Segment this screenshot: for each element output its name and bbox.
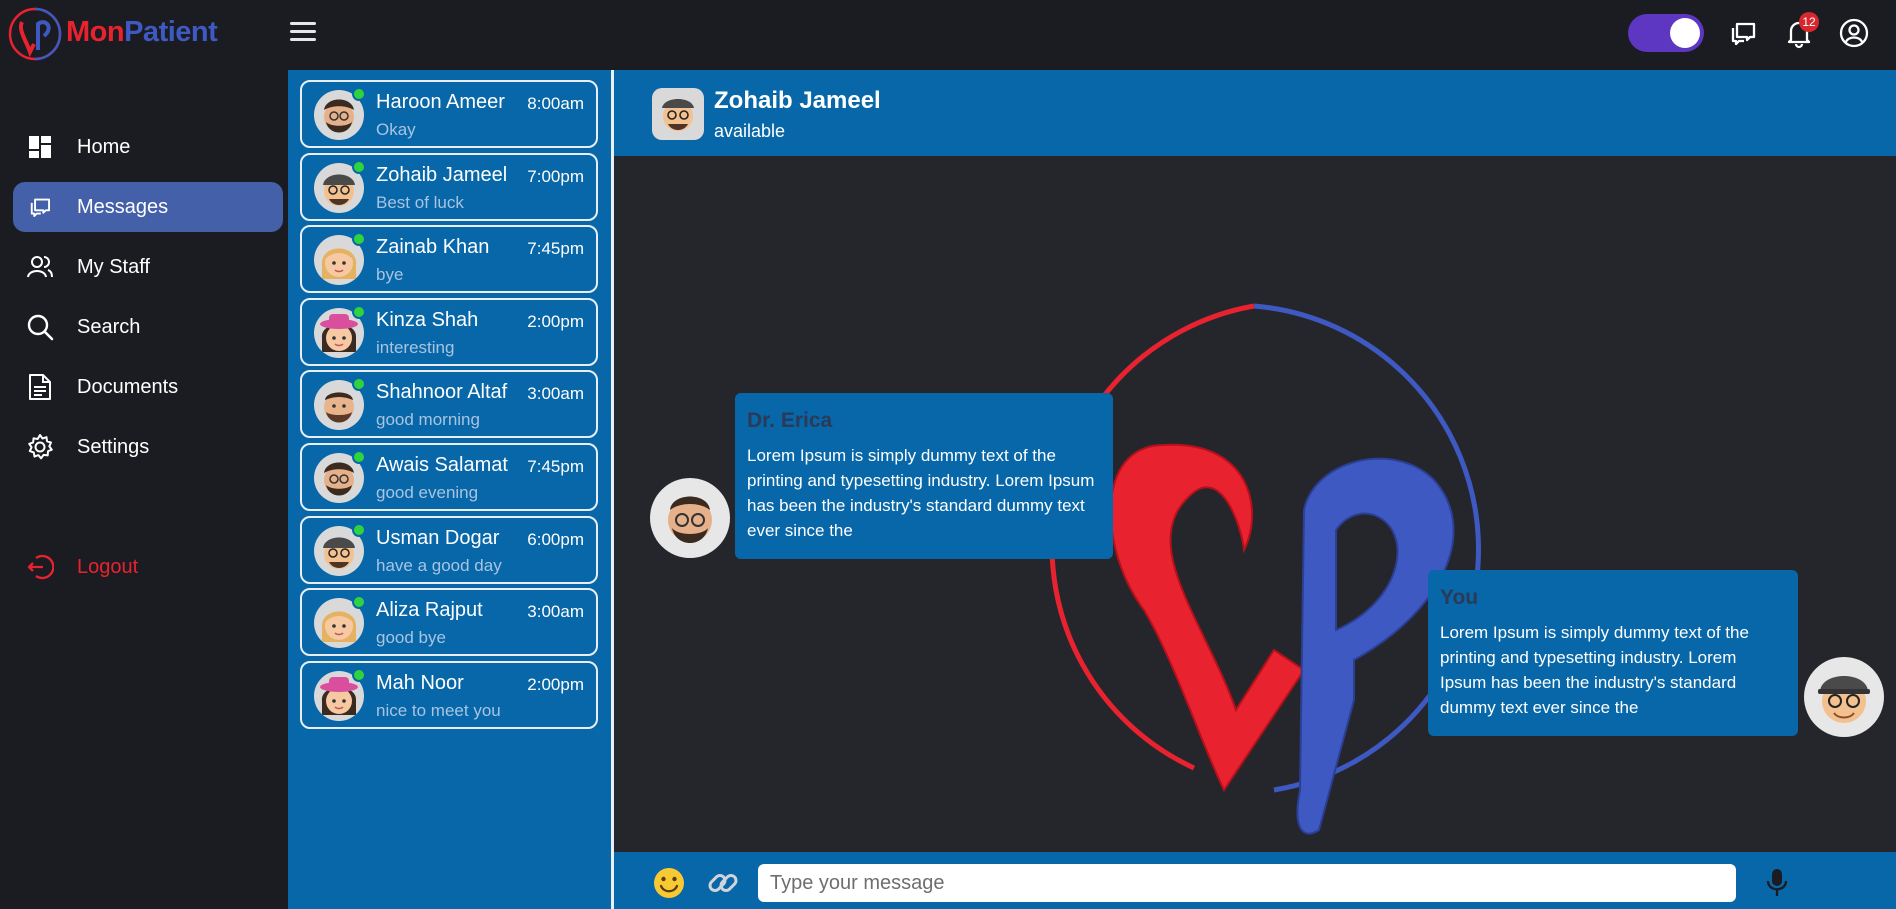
- sidebar-item-logout[interactable]: Logout: [13, 542, 283, 592]
- chat-list-item[interactable]: Zohaib Jameel 7:00pm Best of luck: [300, 152, 598, 221]
- sidebar-item-label: Settings: [77, 435, 150, 458]
- chat-time: 6:00pm: [527, 529, 584, 549]
- own-avatar[interactable]: [1804, 657, 1884, 737]
- sidebar-item-settings[interactable]: Settings: [13, 422, 283, 472]
- notification-badge: 12: [1799, 12, 1819, 32]
- sidebar-item-label: Search: [77, 315, 141, 338]
- chat-list-item[interactable]: Kinza Shah 2:00pm interesting: [300, 297, 598, 366]
- message-text: Lorem Ipsum is simply dummy text of the …: [1440, 623, 1749, 717]
- monpatient-logo-icon[interactable]: [8, 6, 62, 62]
- online-status-dot: [352, 87, 366, 101]
- sidebar-item-label: Messages: [77, 195, 169, 218]
- online-status-dot: [352, 377, 366, 392]
- chat-list-item[interactable]: Aliza Rajput 3:00am good bye: [300, 588, 598, 657]
- chat-time: 2:00pm: [527, 674, 584, 694]
- sidebar-item-label: Home: [77, 135, 131, 158]
- chat-contact-name: Shahnoor Altaf: [376, 381, 508, 404]
- online-status-dot: [352, 232, 366, 247]
- online-status-dot: [352, 450, 366, 464]
- online-status-dot: [352, 159, 366, 174]
- message-input[interactable]: [758, 864, 1736, 902]
- chat-last-message: Okay: [376, 120, 416, 139]
- dashboard-icon: [25, 132, 55, 162]
- sidebar-item-label: My Staff: [77, 255, 150, 278]
- chat-time: 7:45pm: [527, 239, 584, 259]
- conversation-header: Zohaib Jameel available: [614, 70, 1896, 156]
- chat-list-item[interactable]: Mah Noor 2:00pm nice to meet you: [300, 660, 598, 729]
- theme-toggle[interactable]: [1628, 14, 1704, 52]
- logout-icon: [25, 552, 55, 582]
- microphone-icon[interactable]: [1762, 866, 1792, 898]
- message-sender: Dr. Erica: [747, 409, 833, 432]
- sidebar-item-home[interactable]: Home: [13, 122, 283, 172]
- chat-time: 3:00am: [527, 602, 584, 622]
- chat-time: 2:00pm: [527, 311, 584, 331]
- chat-list-item[interactable]: Usman Dogar 6:00pm have a good day: [300, 515, 598, 584]
- chat-list: Haroon Ameer 8:00am Okay Zohaib Jameel 7:00p…: [288, 70, 611, 909]
- chat-last-message: have a good day: [376, 555, 502, 575]
- chat-contact-name: Awais Salamat: [376, 454, 508, 476]
- user-account-icon[interactable]: [1837, 16, 1871, 50]
- chat-last-message: good morning: [376, 410, 480, 430]
- chat-contact-name: Usman Dogar: [376, 526, 500, 549]
- top-bar: MonPatient 12: [0, 0, 1896, 70]
- chat-icon: [25, 192, 55, 222]
- online-status-dot: [352, 595, 366, 610]
- emoji-icon[interactable]: [652, 866, 686, 900]
- chat-time: 8:00am: [527, 94, 584, 113]
- sidebar-item-messages[interactable]: Messages: [13, 182, 283, 232]
- message-composer: [614, 852, 1896, 909]
- sidebar: Home Messages My Staff Search Documents …: [0, 70, 288, 909]
- toggle-knob: [1670, 18, 1700, 48]
- chat-last-message: good bye: [376, 628, 446, 648]
- sidebar-item-documents[interactable]: Documents: [13, 362, 283, 412]
- sender-avatar[interactable]: [650, 478, 730, 558]
- sidebar-item-my-staff[interactable]: My Staff: [13, 242, 283, 292]
- chat-last-message: bye: [376, 265, 404, 285]
- chat-list-item[interactable]: Zainab Khan 7:45pm bye: [300, 225, 598, 294]
- chat-last-message: good evening: [376, 483, 479, 502]
- attachment-link-icon[interactable]: [706, 866, 740, 900]
- message-bubble-received: Dr. Erica Lorem Ipsum is simply dummy te…: [735, 393, 1113, 559]
- sidebar-item-search[interactable]: Search: [13, 302, 283, 352]
- search-icon: [25, 312, 55, 342]
- chat-last-message: Best of luck: [376, 192, 464, 212]
- menu-icon[interactable]: [290, 22, 316, 44]
- chat-time: 7:00pm: [527, 166, 584, 186]
- sidebar-item-label: Logout: [77, 555, 139, 578]
- online-status-dot: [352, 304, 366, 319]
- chat-contact-name: Mah Noor: [376, 671, 464, 694]
- online-status-dot: [352, 667, 366, 682]
- chat-list-item[interactable]: Haroon Ameer 8:00am Okay: [300, 80, 598, 148]
- document-icon: [25, 372, 55, 402]
- message-bubble-sent: You Lorem Ipsum is simply dummy text of …: [1428, 570, 1798, 736]
- chat-time: 7:45pm: [527, 457, 584, 476]
- brand-name: MonPatient: [66, 16, 218, 48]
- chat-contact-name: Zohaib Jameel: [376, 163, 508, 186]
- gear-icon: [25, 432, 55, 462]
- chat-contact-name: Aliza Rajput: [376, 599, 483, 622]
- chat-last-message: nice to meet you: [376, 700, 501, 720]
- contact-status: available: [714, 121, 786, 141]
- chat-contact-name: Zainab Khan: [376, 236, 490, 259]
- contact-avatar[interactable]: [652, 88, 704, 140]
- chat-time: 3:00am: [527, 384, 584, 404]
- message-text: Lorem Ipsum is simply dummy text of the …: [747, 446, 1095, 540]
- sidebar-item-label: Documents: [77, 375, 179, 398]
- online-status-dot: [352, 522, 366, 537]
- conversation-panel: Zohaib Jameel available Dr. Erica Lorem …: [614, 70, 1896, 909]
- chat-contact-name: Haroon Ameer: [376, 91, 505, 113]
- chat-list-item[interactable]: Shahnoor Altaf 3:00am good morning: [300, 370, 598, 439]
- chat-contact-name: Kinza Shah: [376, 308, 479, 331]
- chat-icon[interactable]: [1726, 16, 1760, 50]
- people-icon: [25, 252, 55, 282]
- contact-name: Zohaib Jameel: [714, 87, 881, 114]
- chat-list-item[interactable]: Awais Salamat 7:45pm good evening: [300, 443, 598, 511]
- message-sender: You: [1440, 586, 1479, 609]
- chat-last-message: interesting: [376, 337, 455, 357]
